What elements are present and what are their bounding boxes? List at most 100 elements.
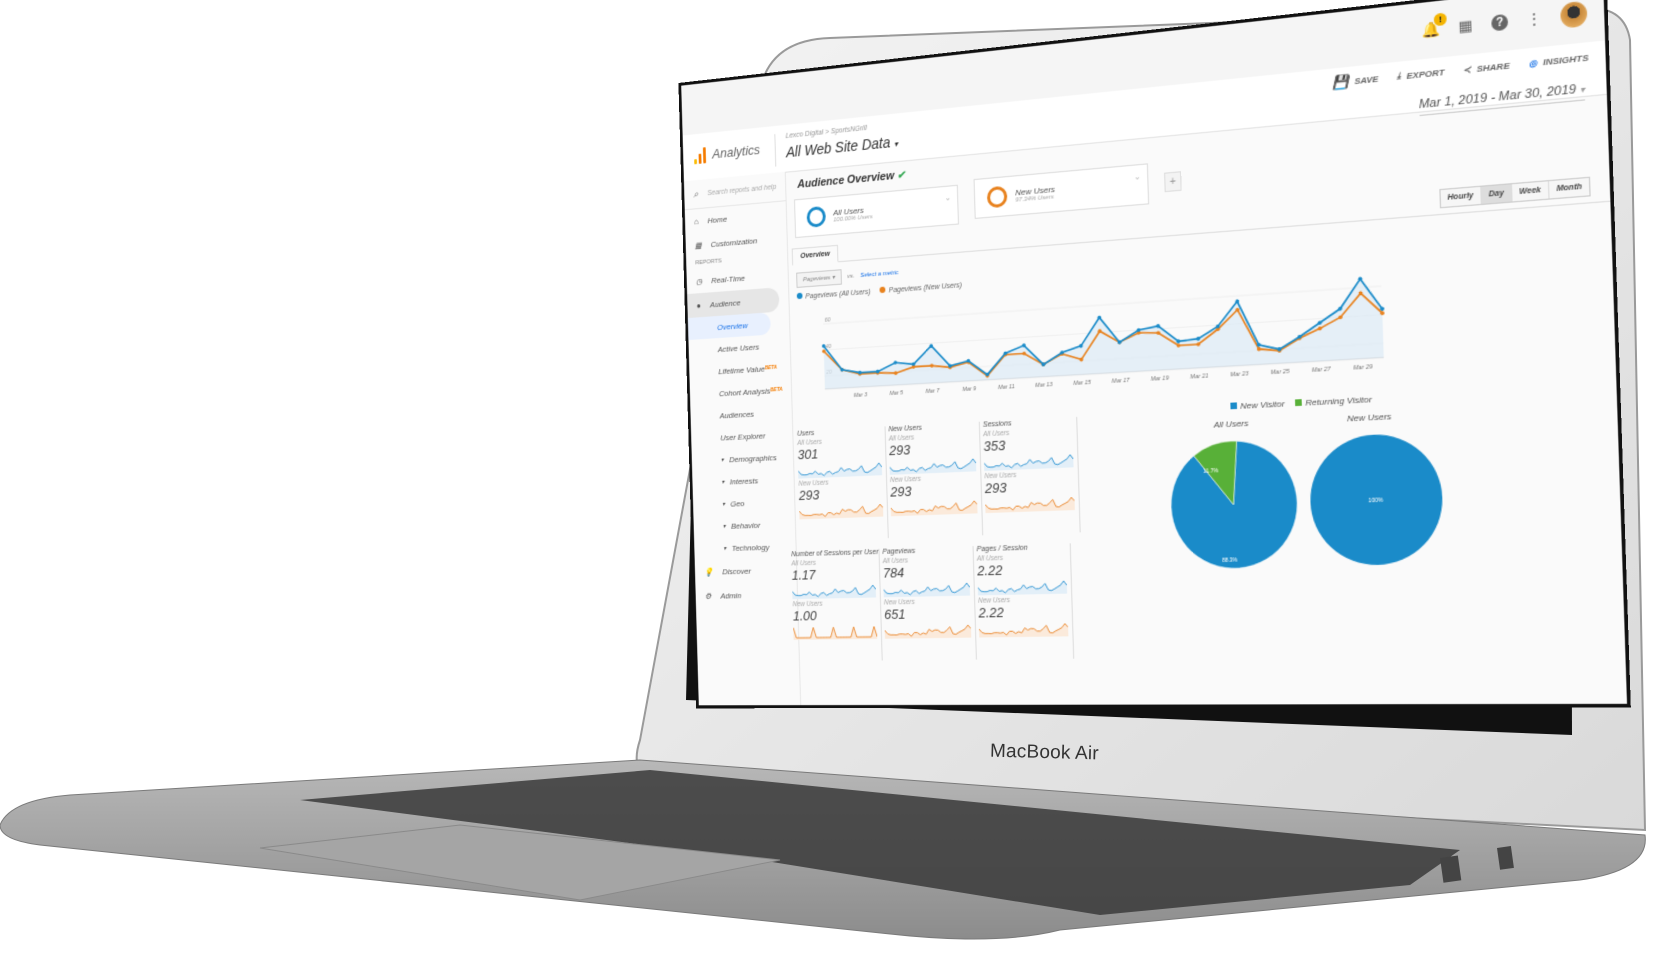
apps-grid-icon[interactable]: ▦	[1456, 16, 1475, 36]
device-label: MacBook Air	[989, 740, 1100, 765]
sidebar-item-technology[interactable]: ▾ Technology	[694, 535, 796, 560]
x-tick-label: Mar 29	[1353, 364, 1372, 372]
chevron-down-icon[interactable]: ⌄	[944, 193, 951, 203]
insights-label: INSIGHTS	[1542, 52, 1589, 67]
lightbulb-icon: 💡	[703, 567, 714, 577]
metric-selector-row: Pageviews ▾ vs. Select a metric	[796, 265, 899, 288]
export-button[interactable]: ⤓ EXPORT	[1397, 66, 1445, 82]
pie-legend: New Visitor Returning Visitor	[1230, 394, 1372, 411]
legend-new-users: Pageviews (New Users)	[879, 281, 963, 295]
analytics-logo-icon[interactable]	[694, 147, 707, 165]
select-metric-link[interactable]: Select a metric	[860, 269, 898, 278]
help-icon[interactable]: ?	[1491, 13, 1509, 32]
segment-new-users[interactable]: New Users 97.34% Users ⌄	[973, 163, 1150, 219]
segment-ring-icon	[806, 205, 826, 228]
metric-value-new-users: 2.22	[978, 604, 1005, 621]
save-button[interactable]: 💾 SAVE	[1332, 71, 1379, 91]
metric-value-new-users: 651	[884, 606, 906, 623]
sparkline	[985, 493, 1075, 514]
x-tick-label: Mar 5	[889, 390, 903, 397]
x-tick-label: Mar 13	[1035, 382, 1052, 389]
search-placeholder: Search reports and help	[707, 183, 777, 197]
granularity-month[interactable]: Month	[1549, 178, 1589, 199]
customization-label: Customization	[710, 235, 758, 249]
realtime-label: Real-Time	[711, 273, 746, 285]
legend-label: Pageviews (All Users)	[805, 288, 871, 301]
more-vert-icon[interactable]: ⋮	[1524, 9, 1544, 29]
pie-svg: 88.3% 11.7% 100%	[1167, 431, 1445, 596]
granularity-day[interactable]: Day	[1481, 184, 1513, 204]
insights-icon: ◎	[1528, 57, 1538, 69]
legend-label: Returning Visitor	[1305, 394, 1372, 408]
metric-card[interactable]: Number of Sessions per User All Users 1.17…	[791, 548, 883, 662]
x-tick-label: Mar 19	[1151, 375, 1169, 383]
gear-icon: ⚙	[704, 591, 712, 601]
metric-card[interactable]: Sessions All Users 353 New Users 293	[982, 416, 1081, 536]
avatar[interactable]	[1560, 0, 1588, 29]
admin-label: Admin	[720, 590, 742, 601]
share-icon: ≺	[1462, 63, 1471, 75]
sparkline	[799, 500, 884, 520]
legend-new-visitor: New Visitor	[1230, 398, 1285, 412]
sparkline	[977, 577, 1068, 596]
lifetime-value-label: Lifetime Value	[718, 363, 765, 376]
metric-card[interactable]: Pageviews All Users 784 New Users 651	[882, 546, 977, 661]
export-label: EXPORT	[1406, 66, 1445, 81]
tab-overview[interactable]: Overview	[791, 244, 839, 266]
x-tick-label: Mar 15	[1073, 379, 1091, 386]
sparkline	[792, 581, 877, 600]
caret-down-icon: ▾	[893, 139, 899, 149]
x-tick-label: Mar 21	[1190, 373, 1208, 381]
sidebar-item-discover[interactable]: 💡 Discover	[695, 557, 797, 584]
insights-button[interactable]: ◎ INSIGHTS	[1528, 52, 1588, 68]
beta-badge: BETA	[764, 364, 778, 372]
legend-label: New Visitor	[1240, 398, 1285, 412]
x-tick-label: Mar 23	[1230, 371, 1249, 379]
sparkline	[979, 619, 1069, 638]
notification-badge: !	[1433, 12, 1447, 27]
pie-slice-label: 11.7%	[1203, 468, 1219, 475]
x-tick-label: Mar 25	[1271, 368, 1290, 376]
sparkline	[891, 497, 978, 517]
segment-all-users[interactable]: All Users 100.00% Users ⌄	[794, 184, 959, 239]
behavior-label: Behavior	[730, 520, 761, 531]
bell-icon[interactable]: 🔔!	[1421, 12, 1447, 40]
pie-title-new-users: New Users	[1346, 411, 1392, 424]
caret-icon: ▾	[723, 545, 727, 552]
export-icon: ⤓	[1396, 70, 1401, 82]
chevron-down-icon[interactable]: ⌄	[1134, 172, 1141, 182]
audience-label: Audience	[709, 297, 741, 309]
dashboard-icon: ▦	[694, 240, 702, 250]
sparkline-area	[883, 582, 971, 598]
pageviews-line-chart: 204060Mar 3Mar 5Mar 7Mar 9Mar 11Mar 13Ma…	[793, 261, 1419, 399]
metric-card[interactable]: New Users All Users 293 New Users 293	[888, 421, 984, 539]
page-title-text: Audience Overview	[797, 169, 895, 191]
sparkline-area	[792, 585, 877, 600]
segment-ring-icon	[986, 185, 1008, 209]
save-label: SAVE	[1354, 73, 1379, 86]
sidebar: ⌕ Search reports and help ⌂ Home ▦ Customiz…	[683, 171, 802, 706]
granularity-hourly[interactable]: Hourly	[1440, 186, 1482, 208]
x-tick-label: Mar 27	[1312, 366, 1332, 374]
sidebar-item-admin[interactable]: ⚙ Admin	[695, 582, 797, 608]
pie-slice-label: 88.3%	[1222, 557, 1238, 564]
add-segment-button[interactable]: +	[1164, 171, 1182, 193]
metric-value-new-users: 1.00	[792, 607, 817, 624]
metric-card[interactable]: Pages / Session All Users 2.22 New Users 2.2…	[976, 543, 1075, 660]
granularity-week[interactable]: Week	[1511, 181, 1550, 202]
demographics-label: Demographics	[729, 452, 777, 464]
legend-label: Pageviews (New Users)	[888, 281, 963, 295]
sparkline	[884, 621, 972, 639]
sidebar-item-behavior[interactable]: ▾ Behavior	[693, 512, 795, 538]
cohort-analysis-label: Cohort Analysis	[718, 385, 771, 398]
metric-label: Pageviews	[882, 547, 916, 556]
page-title: Audience Overview ✔	[797, 169, 905, 191]
caret-icon: ▾	[722, 501, 726, 508]
pie-title-all-users: All Users	[1213, 418, 1249, 430]
brand-name: Analytics	[711, 141, 761, 162]
metric-card[interactable]: Users All Users 301 New Users 293	[796, 426, 889, 541]
metric-dropdown[interactable]: Pageviews ▾	[796, 269, 842, 288]
y-tick-label: 60	[825, 317, 831, 324]
share-button[interactable]: ≺ SHARE	[1463, 60, 1510, 75]
x-tick-label: Mar 3	[854, 392, 868, 399]
